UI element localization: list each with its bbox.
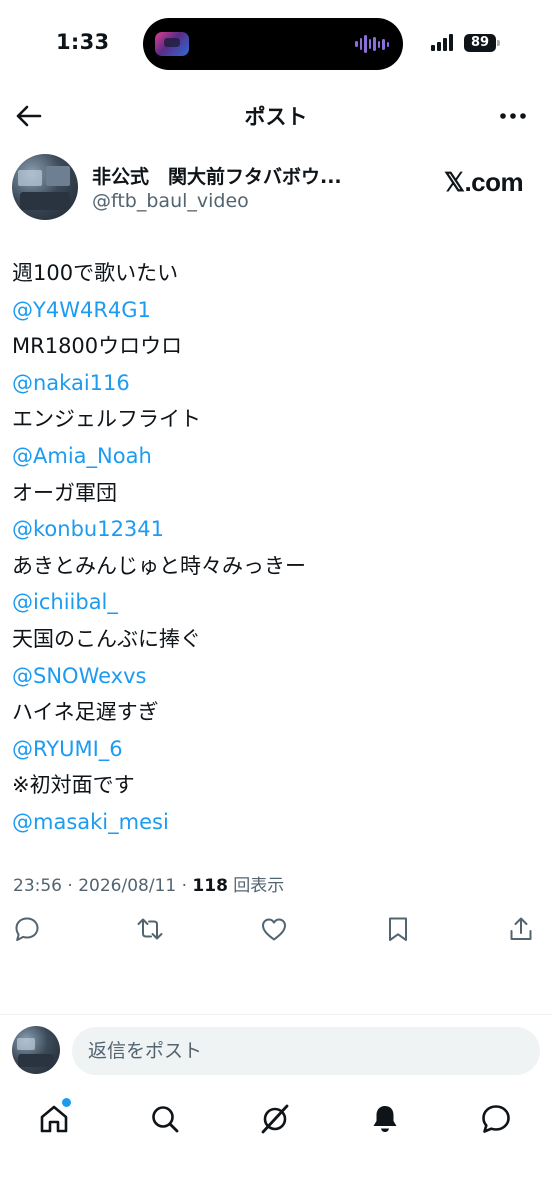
views-label: 回表示: [227, 876, 285, 896]
battery-tip: [497, 40, 500, 46]
nav-home[interactable]: [37, 1102, 71, 1136]
current-user-avatar[interactable]: [12, 1026, 60, 1074]
mention-link[interactable]: @ichiibal_: [12, 584, 532, 621]
share-button[interactable]: [506, 914, 536, 944]
post-text-line: MR1800ウロウロ: [12, 334, 183, 359]
battery-indicator: 89: [464, 34, 496, 52]
mention-link[interactable]: @nakai116: [12, 365, 532, 402]
post-text-line: 週100で歌いたい: [12, 261, 179, 285]
search-icon: [152, 1106, 179, 1133]
post-detail-screen: 1:33 89 ポスト 非公式 関大前フタバボウ... @ftb_baul_vi…: [0, 0, 552, 1200]
cellular-signal-icon: [431, 34, 453, 51]
more-horizontal-icon[interactable]: [498, 104, 528, 128]
mention-link[interactable]: @SNOWexvs: [12, 658, 532, 695]
reply-input[interactable]: 返信をポスト: [72, 1027, 540, 1075]
post-timestamp: 23:56 · 2026/08/11 ·: [13, 876, 193, 896]
mention-link[interactable]: @Y4W4R4G1: [12, 292, 532, 329]
home-icon: [40, 1105, 68, 1133]
repost-icon: [137, 918, 163, 940]
repost-button[interactable]: [135, 914, 165, 944]
like-button[interactable]: [259, 914, 289, 944]
nav-notifications[interactable]: [368, 1102, 402, 1136]
audio-waveform-icon: [355, 34, 389, 54]
bell-icon: [373, 1106, 397, 1132]
post-text-line: あきとみんじゅと時々みっきー: [12, 553, 306, 578]
x-com-badge: 𝕏.com: [444, 167, 524, 197]
now-playing-thumbnail: [155, 32, 189, 56]
mention-link[interactable]: @RYUMI_6: [12, 731, 532, 768]
author-name[interactable]: 非公式 関大前フタバボウ...: [92, 162, 362, 189]
nav-grok[interactable]: [258, 1102, 292, 1136]
message-icon: [482, 1105, 510, 1133]
views-count: 118: [192, 876, 228, 896]
post-text-line: 天国のこんぶに捧ぐ: [12, 626, 201, 651]
post-text-line: エンジェルフライト: [12, 407, 201, 432]
nav-messages[interactable]: [479, 1102, 513, 1136]
status-time: 1:33: [56, 30, 110, 54]
mention-link[interactable]: @konbu12341: [12, 511, 532, 548]
grok-icon: [261, 1104, 289, 1134]
post-text-line: オーガ軍団: [12, 480, 117, 505]
reply-divider: [0, 1014, 552, 1015]
share-icon: [510, 917, 532, 940]
reply-button[interactable]: [12, 914, 42, 944]
post-text-line: ※初対面です: [12, 773, 135, 798]
mention-link[interactable]: @masaki_mesi: [12, 804, 532, 841]
post-text-line: ハイネ足遅すぎ: [12, 700, 159, 725]
nav-search[interactable]: [148, 1102, 182, 1136]
bookmark-icon: [389, 917, 407, 941]
mention-link[interactable]: @Amia_Noah: [12, 438, 532, 475]
dynamic-island[interactable]: [143, 18, 403, 70]
bookmark-button[interactable]: [383, 914, 413, 944]
reply-icon: [15, 917, 39, 941]
author-avatar[interactable]: [12, 154, 78, 220]
post-meta: 23:56 · 2026/08/11 · 118 回表示: [13, 871, 284, 896]
home-unread-dot: [62, 1098, 71, 1107]
post-body: 週100で歌いたい @Y4W4R4G1 MR1800ウロウロ @nakai116 エンジ…: [12, 255, 532, 841]
page-title: ポスト: [244, 105, 308, 129]
heart-icon: [262, 918, 286, 941]
author-handle[interactable]: @ftb_baul_video: [92, 190, 249, 212]
